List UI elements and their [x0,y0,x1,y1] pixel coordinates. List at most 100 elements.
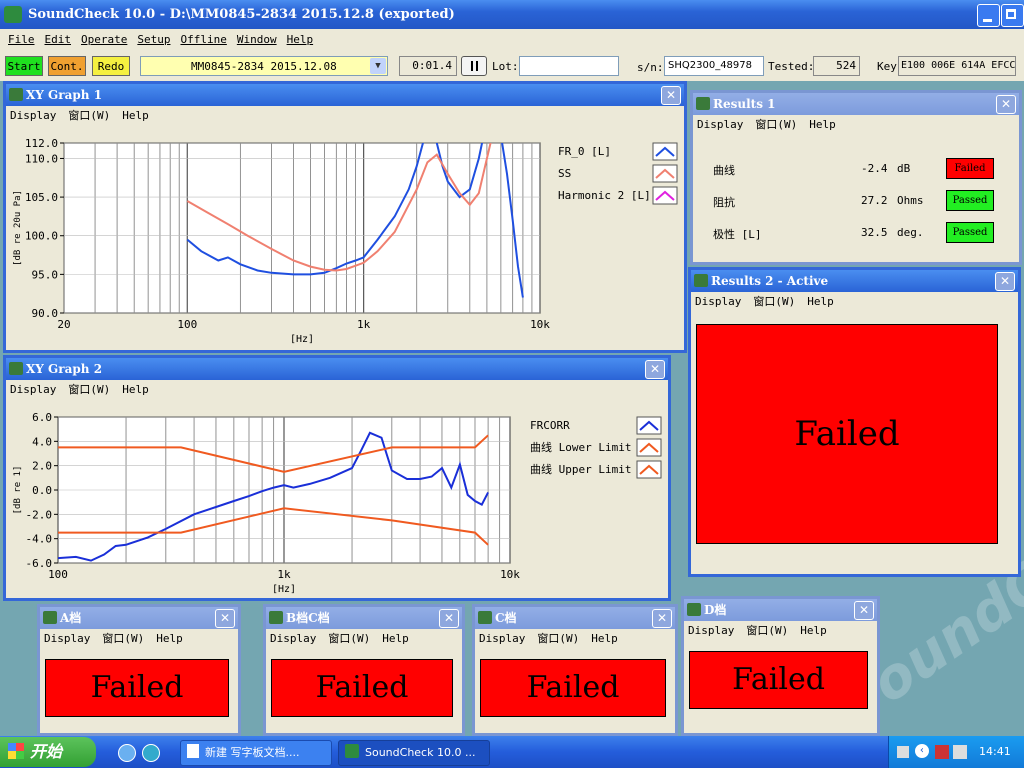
x-tick-label: 1k [357,318,371,331]
menu-window[interactable]: 窗口(W) [537,632,579,645]
app-title-bar: SoundCheck 10.0 - D:\MM0845-2834 2015.12… [0,0,1024,29]
window-title: Results 1 [713,97,776,111]
menu-display[interactable]: Display [697,118,743,131]
close-icon[interactable]: ✕ [215,609,235,628]
chevron-down-icon[interactable]: ▼ [370,58,386,74]
taskbar: 开始 新建 写字板文档.... SoundCheck 10.0 ... ‹ 14… [0,736,1024,768]
menu-display[interactable]: Display [44,632,90,645]
network-icon[interactable] [935,745,949,759]
menu-edit[interactable]: Edit [45,33,72,46]
menu-help[interactable]: Help [807,295,834,308]
close-icon[interactable]: ✕ [995,272,1015,291]
menu-help[interactable]: Help [287,33,314,46]
xy-graph-2-titlebar[interactable]: XY Graph 2 ✕ [6,358,668,380]
result-status-badge: Failed [946,158,994,179]
x-tick-label: 1k [277,568,291,581]
menu-window[interactable]: 窗口(W) [328,632,370,645]
window-title: Results 2 - Active [711,274,829,288]
minimize-icon[interactable] [977,4,1000,27]
menu-operate[interactable]: Operate [81,33,127,46]
close-icon[interactable]: ✕ [996,95,1016,114]
continue-button[interactable]: Cont. [48,56,86,76]
result-value: -2.4 [861,162,888,175]
menu-window[interactable]: Window [237,33,277,46]
maximize-icon[interactable] [1001,4,1024,27]
results-1-window: Results 1 ✕ Display 窗口(W) Help 曲线 -2.4 dB Fail… [690,90,1022,265]
submenu: Display 窗口(W) Help [693,115,1019,135]
pause-button[interactable] [461,56,487,76]
menu-help[interactable]: Help [800,624,827,637]
legend-swatch [636,460,662,479]
menu-help[interactable]: Help [809,118,836,131]
menu-help[interactable]: Help [122,109,149,122]
y-tick-label: 105.0 [25,191,58,204]
bin-window: C档 ✕ Display 窗口(W) Help Failed [472,604,678,736]
menu-help[interactable]: Help [156,632,183,645]
browser-quicklaunch-icon[interactable] [142,744,160,762]
keyboard-icon[interactable] [897,746,909,758]
bin-titlebar[interactable]: C档 ✕ [475,607,675,629]
serial-number-field[interactable]: SHQ2300_48978 [664,56,764,76]
sn-label: s/n: [637,61,664,74]
menu-display[interactable]: Display [688,624,734,637]
menu-display[interactable]: Display [270,632,316,645]
menu-window[interactable]: 窗口(W) [753,295,795,308]
sequence-select[interactable]: MM0845-2834 2015.12.08 ▼ [140,56,388,76]
submenu: Display 窗口(W) Help [6,380,668,400]
desktop-quicklaunch-icon[interactable] [118,744,136,762]
lot-input[interactable] [519,56,619,76]
menu-help[interactable]: Help [382,632,409,645]
menu-window[interactable]: 窗口(W) [746,624,788,637]
menu-display[interactable]: Display [695,295,741,308]
close-icon[interactable]: ✕ [661,86,681,105]
start-button[interactable]: 开始 [0,737,96,767]
bin-titlebar[interactable]: A档 ✕ [40,607,238,629]
chevron-left-icon[interactable]: ‹ [915,744,929,758]
legend-label: FR_0 [L] [558,145,611,158]
menu-offline[interactable]: Offline [180,33,226,46]
xy-graph-1-titlebar[interactable]: XY Graph 1 ✕ [6,84,684,106]
taskbar-item-wordpad[interactable]: 新建 写字板文档.... [180,740,332,766]
menu-setup[interactable]: Setup [137,33,170,46]
bin-titlebar[interactable]: D档 ✕ [684,599,877,621]
bin-window: B档C档 ✕ Display 窗口(W) Help Failed [263,604,465,736]
close-icon[interactable]: ✕ [645,360,665,379]
lot-label: Lot: [492,60,519,73]
taskbar-item-soundcheck[interactable]: SoundCheck 10.0 ... [338,740,490,766]
x-tick-label: 100 [177,318,197,331]
results-2-titlebar[interactable]: Results 2 - Active ✕ [691,270,1018,292]
close-icon[interactable]: ✕ [854,601,874,620]
menu-file[interactable]: File [8,33,35,46]
sequence-value: MM0845-2834 2015.12.08 [191,60,337,73]
result-status-badge: Passed [946,222,994,243]
close-icon[interactable]: ✕ [439,609,459,628]
menu-display[interactable]: Display [10,109,56,122]
close-icon[interactable]: ✕ [652,609,672,628]
window-icon [687,603,701,616]
menu-window[interactable]: 窗口(W) [102,632,144,645]
start-button[interactable]: Start [5,56,43,76]
window-icon [269,611,283,624]
window-title: D档 [704,603,727,617]
result-unit: dB [897,162,911,175]
window-icon [9,88,23,101]
volume-icon[interactable] [953,745,967,759]
redo-button[interactable]: Redo [92,56,130,76]
menu-window[interactable]: 窗口(W) [755,118,797,131]
menu-window[interactable]: 窗口(W) [68,383,110,396]
result-name: 极性 [L] [713,228,762,241]
results-2-window: Results 2 - Active ✕ Display 窗口(W) Help Fai… [688,267,1021,577]
toolbar: Start Cont. Redo MM0845-2834 2015.12.08 … [0,51,1024,81]
results-1-titlebar[interactable]: Results 1 ✕ [693,93,1019,115]
legend-swatch [652,164,678,183]
menu-display[interactable]: Display [10,383,56,396]
result-row: 阻抗 27.2 Ohms Passed [693,189,1013,213]
result-value: 27.2 [861,194,888,207]
menu-help[interactable]: Help [591,632,618,645]
menu-window[interactable]: 窗口(W) [68,109,110,122]
menu-display[interactable]: Display [479,632,525,645]
app-title: SoundCheck 10.0 - D:\MM0845-2834 2015.12… [28,7,455,22]
window-title: C档 [495,611,517,625]
menu-help[interactable]: Help [122,383,149,396]
bin-titlebar[interactable]: B档C档 ✕ [266,607,462,629]
